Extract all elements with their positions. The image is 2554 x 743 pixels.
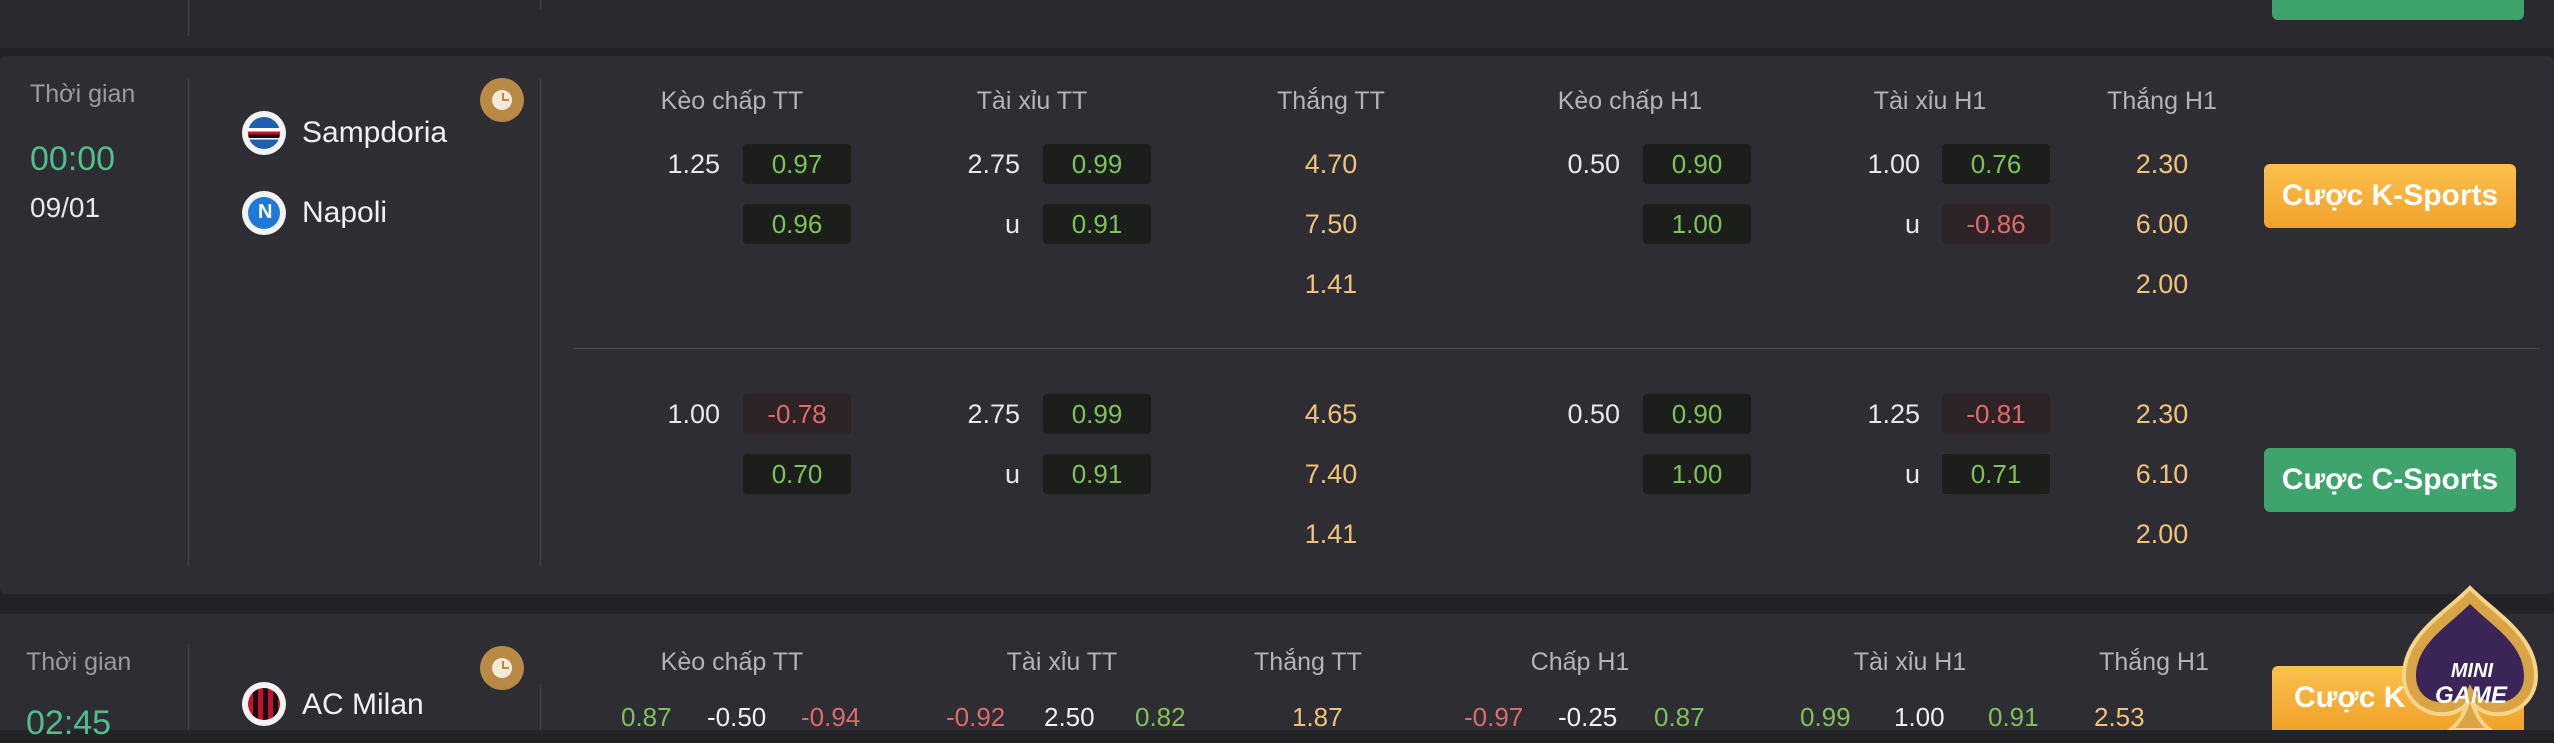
napoli-crest-icon: N <box>242 191 286 235</box>
time-label: Thời gian <box>30 80 136 108</box>
badge-text-line1: MINI <box>2450 660 2494 682</box>
ou-tt-under-odd[interactable]: 0.91 <box>1043 454 1151 494</box>
previous-match-panel <box>0 0 2554 48</box>
header-ou-tt: Tài xỉu TT <box>1006 648 1118 676</box>
divider <box>188 0 189 36</box>
ac-milan-crest-icon <box>242 682 286 726</box>
win-h1-draw[interactable]: 2.00 <box>2102 519 2222 550</box>
ou-h1-under-odd[interactable]: -0.86 <box>1942 204 2050 244</box>
handicap-h1-away-odd[interactable]: 1.00 <box>1643 204 1751 244</box>
win-tt-away[interactable]: 7.40 <box>1271 459 1391 490</box>
divider <box>188 78 189 566</box>
handicap-h1-line: 0.50 <box>1567 399 1620 429</box>
win-tt-away[interactable]: 7.50 <box>1271 209 1391 240</box>
match-date: 09/01 <box>30 192 101 223</box>
ou-tt-line: 2.75 <box>967 149 1020 179</box>
ou-tt-under-odd[interactable]: 0.91 <box>1043 204 1151 244</box>
header-ou-h1: Tài xỉu H1 <box>1873 87 1987 115</box>
header-handicap-tt: Kèo chấp TT <box>660 87 804 115</box>
odd-value[interactable]: 0.82 <box>1135 702 1186 733</box>
handicap-h1-line: 0.50 <box>1567 149 1620 179</box>
ou-h1-under-odd[interactable]: 0.71 <box>1942 454 2050 494</box>
line-value: -0.25 <box>1558 702 1618 732</box>
ou-tt-over-odd[interactable]: 0.99 <box>1043 144 1151 184</box>
handicap-tt-home-odd[interactable]: 0.97 <box>743 144 851 184</box>
odd-value[interactable]: 0.87 <box>621 702 672 733</box>
ou-tt-under-label: u <box>1004 209 1020 239</box>
header-handicap-h1: Kèo chấp H1 <box>1557 87 1703 115</box>
header-handicap-tt: Kèo chấp TT <box>660 648 804 676</box>
win-tt-home[interactable]: 4.70 <box>1271 149 1391 180</box>
header-win-h1: Thắng H1 <box>2099 648 2209 676</box>
header-win-tt: Thắng TT <box>1277 87 1385 115</box>
handicap-tt-home-odd[interactable]: -0.78 <box>743 394 851 434</box>
ou-h1-under-label: u <box>1904 209 1920 239</box>
handicap-h1-home-odd[interactable]: 0.90 <box>1643 144 1751 184</box>
win-tt-home[interactable]: 4.65 <box>1271 399 1391 430</box>
win-h1-away[interactable]: 6.10 <box>2102 459 2222 490</box>
divider <box>188 644 189 730</box>
divider <box>540 684 541 730</box>
header-handicap-h1: Chấp H1 <box>1530 648 1630 676</box>
win-tt-draw[interactable]: 1.41 <box>1271 519 1391 550</box>
clock-icon[interactable] <box>480 646 524 690</box>
ou-tt-over-odd[interactable]: 0.99 <box>1043 394 1151 434</box>
away-team-name: Napoli <box>302 196 388 229</box>
clock-icon[interactable] <box>480 78 524 122</box>
line-value: 1.00 <box>1894 702 1945 732</box>
ou-h1-under-label: u <box>1904 459 1920 489</box>
row-divider <box>573 348 2540 349</box>
win-value[interactable]: 1.87 <box>1292 702 1343 733</box>
time-label: Thời gian <box>26 648 132 676</box>
handicap-tt-line: 1.25 <box>667 149 720 179</box>
handicap-h1-home-odd[interactable]: 0.90 <box>1643 394 1751 434</box>
odd-value[interactable]: -0.92 <box>946 702 1005 733</box>
win-h1-home[interactable]: 2.30 <box>2102 149 2222 180</box>
odd-value[interactable]: 0.91 <box>1988 702 2039 733</box>
odd-value[interactable]: 0.87 <box>1654 702 1705 733</box>
home-team-name: AC Milan <box>302 688 424 721</box>
win-value[interactable]: 2.53 <box>2094 702 2145 733</box>
divider <box>540 78 541 566</box>
header-win-h1: Thắng H1 <box>2107 87 2217 115</box>
badge-text-line2: GAME <box>2435 682 2507 709</box>
bet-button-partial[interactable] <box>2272 0 2524 20</box>
home-team-name: Sampdoria <box>302 116 448 149</box>
win-tt-draw[interactable]: 1.41 <box>1271 269 1391 300</box>
win-h1-away[interactable]: 6.00 <box>2102 209 2222 240</box>
header-ou-h1: Tài xỉu H1 <box>1853 648 1967 676</box>
ou-h1-line: 1.00 <box>1867 149 1920 179</box>
odd-value[interactable]: -0.97 <box>1464 702 1523 733</box>
ou-tt-line: 2.75 <box>967 399 1020 429</box>
bet-k-sports-button[interactable]: Cược K-Sports <box>2264 164 2516 228</box>
handicap-h1-away-odd[interactable]: 1.00 <box>1643 454 1751 494</box>
match-time: 02:45 <box>26 704 112 742</box>
match-time: 00:00 <box>30 140 116 178</box>
handicap-tt-away-odd[interactable]: 0.96 <box>743 204 851 244</box>
ou-h1-over-odd[interactable]: 0.76 <box>1942 144 2050 184</box>
mini-game-badge[interactable]: MINI GAME <box>2386 584 2554 732</box>
bet-c-sports-button[interactable]: Cược C-Sports <box>2264 448 2516 512</box>
sampdoria-crest-icon <box>242 111 286 155</box>
header-ou-tt: Tài xỉu TT <box>976 87 1088 115</box>
line-value: -0.50 <box>707 702 767 732</box>
win-h1-home[interactable]: 2.30 <box>2102 399 2222 430</box>
divider <box>540 0 541 10</box>
odd-value[interactable]: 0.99 <box>1800 702 1851 733</box>
ou-h1-line: 1.25 <box>1867 399 1920 429</box>
odd-value[interactable]: -0.94 <box>801 702 860 733</box>
handicap-tt-line: 1.00 <box>667 399 720 429</box>
line-value: 2.50 <box>1044 702 1095 732</box>
handicap-tt-away-odd[interactable]: 0.70 <box>743 454 851 494</box>
ou-h1-over-odd[interactable]: -0.81 <box>1942 394 2050 434</box>
win-h1-draw[interactable]: 2.00 <box>2102 269 2222 300</box>
header-win-tt: Thắng TT <box>1254 648 1362 676</box>
ou-tt-under-label: u <box>1004 459 1020 489</box>
